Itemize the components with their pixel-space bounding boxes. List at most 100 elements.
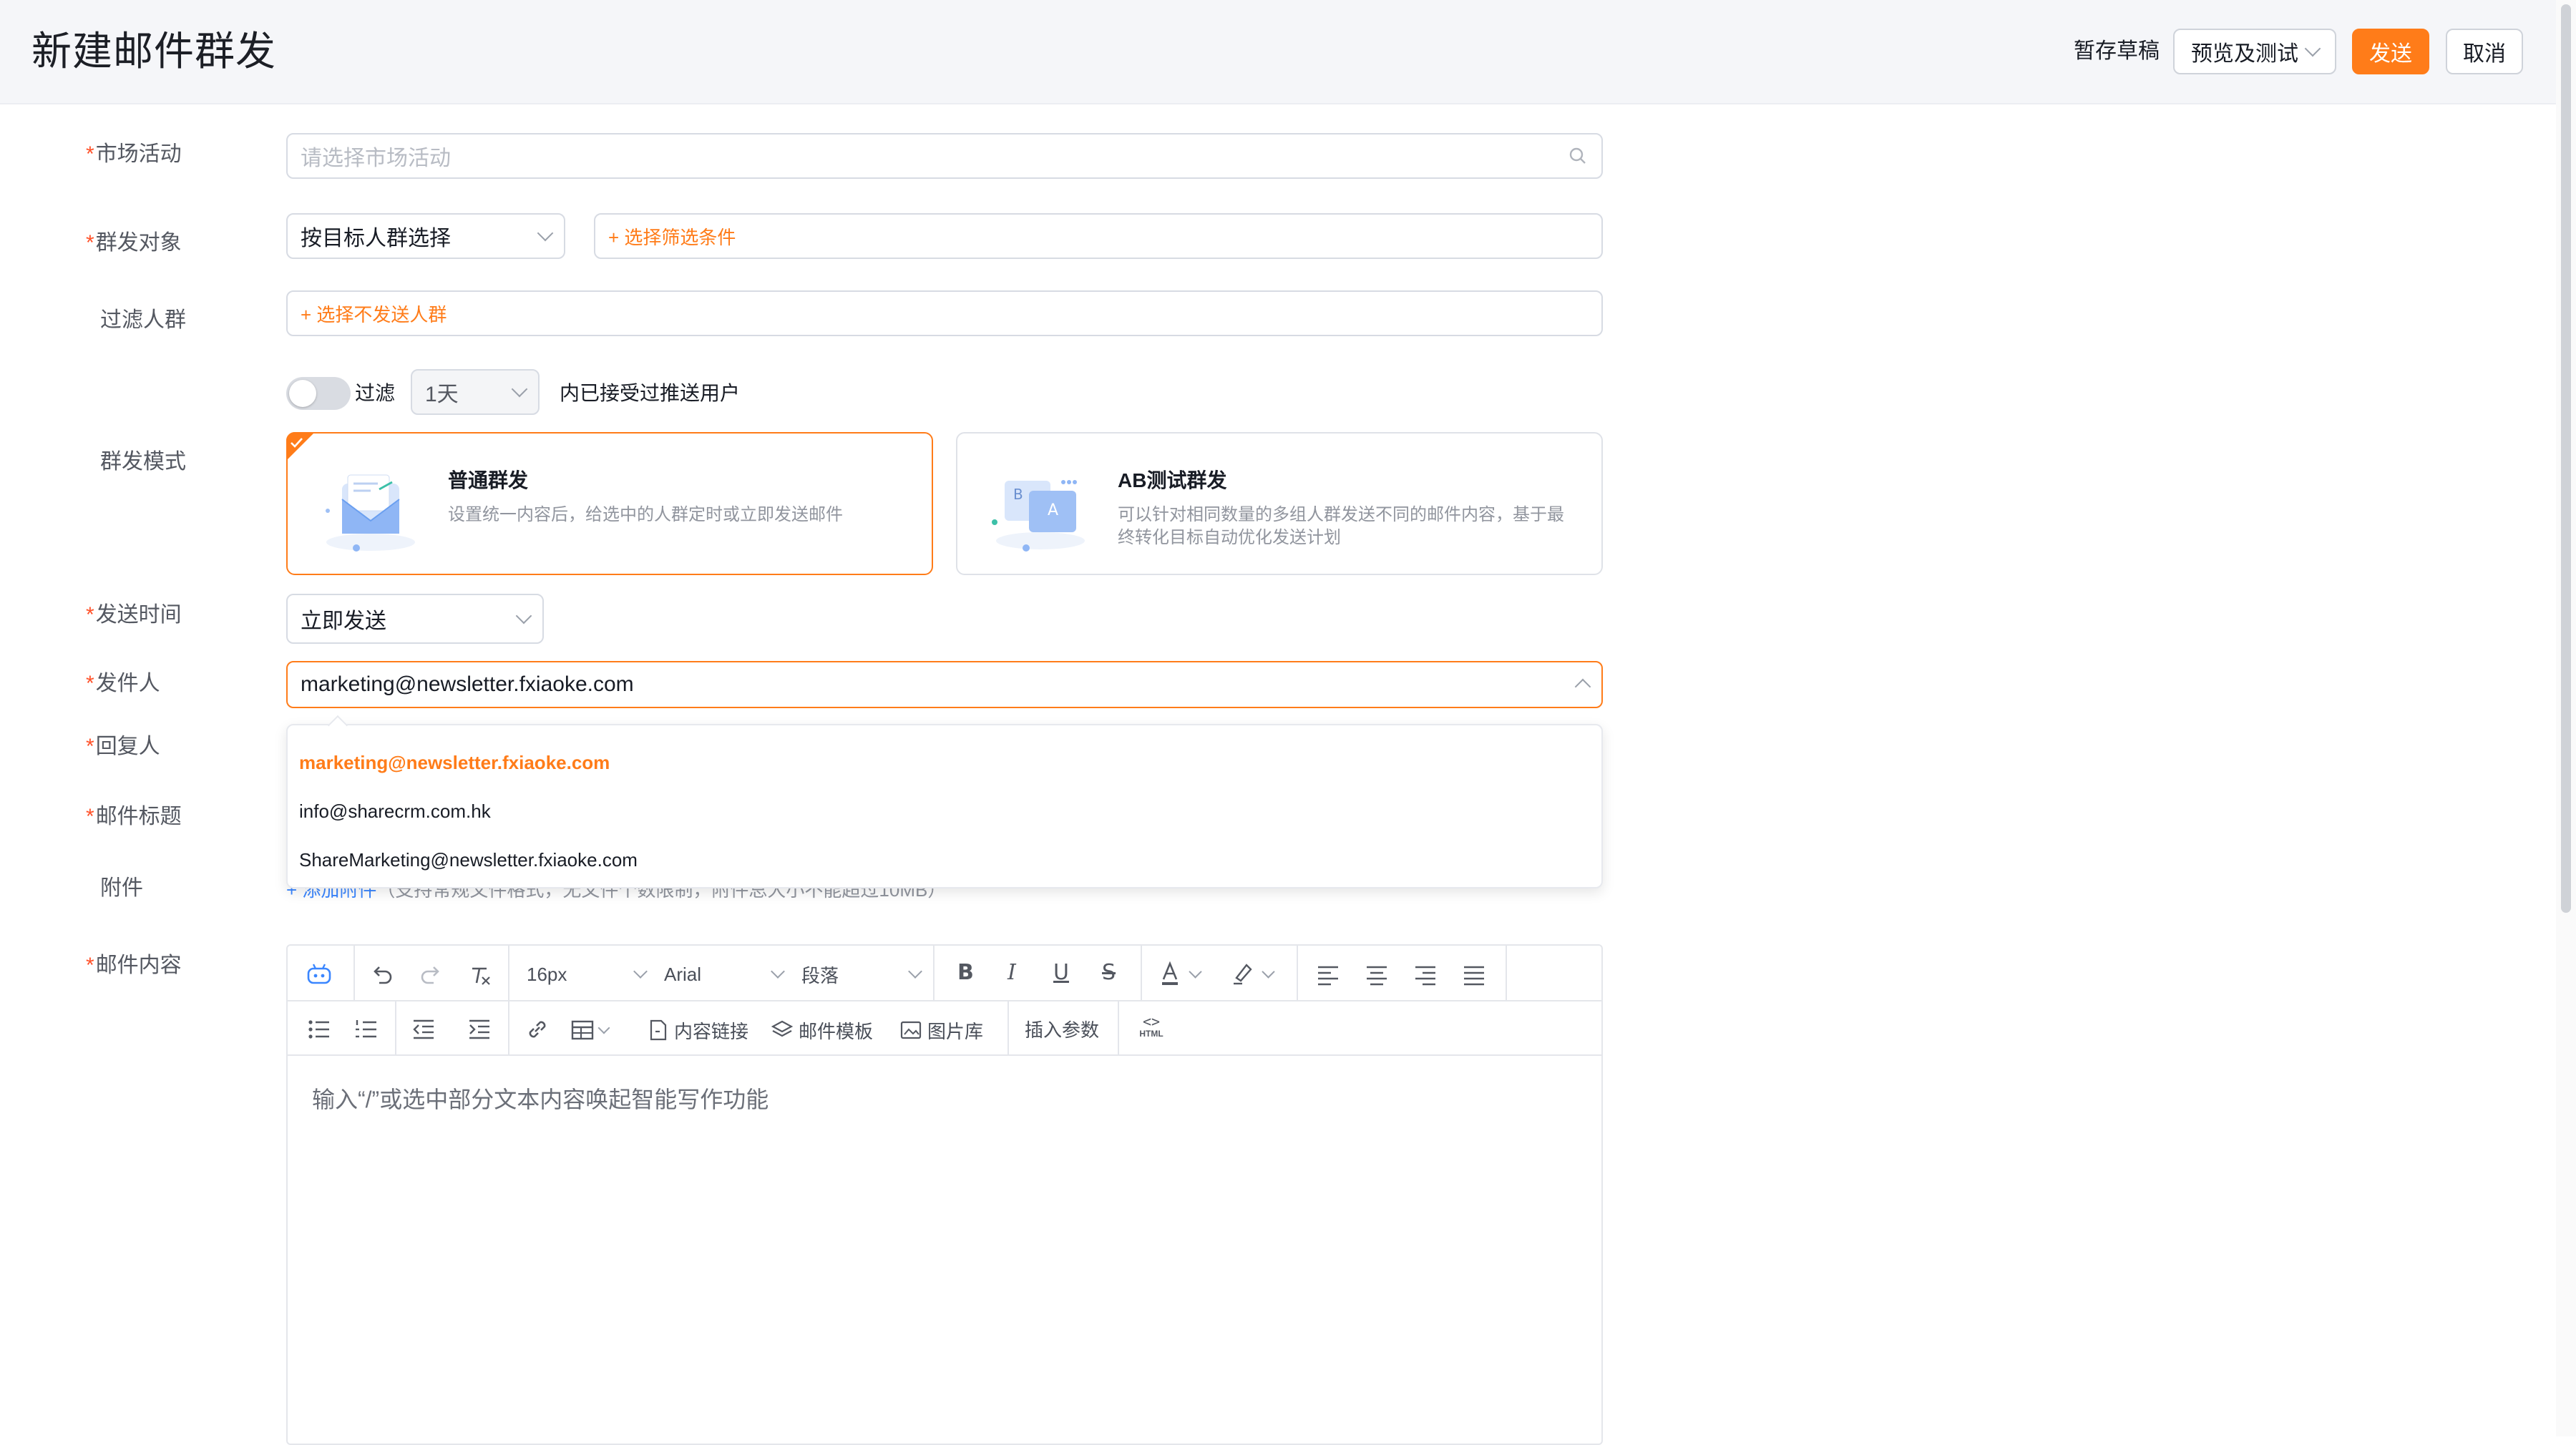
- outdent-icon[interactable]: [412, 1019, 435, 1040]
- preview-test-button[interactable]: 预览及测试: [2173, 29, 2336, 74]
- svg-text:B: B: [1013, 486, 1023, 503]
- send-time-label-text: 发送时间: [95, 603, 182, 627]
- highlight-color-button[interactable]: [1231, 959, 1288, 989]
- bullet-list-icon[interactable]: [308, 1019, 331, 1040]
- ai-assistant-icon[interactable]: [305, 961, 333, 987]
- normal-mode-card[interactable]: 普通群发 设置统一内容后，给选中的人群定时或立即发送邮件: [286, 432, 933, 575]
- toolbar-separator: [395, 1001, 396, 1056]
- marketing-placeholder: 请选择市场活动: [301, 147, 451, 170]
- strikethrough-icon[interactable]: S: [1102, 960, 1116, 985]
- sender-option[interactable]: marketing@newsletter.fxiaoke.com: [299, 747, 1587, 778]
- content-link-label: 内容链接: [674, 1020, 749, 1042]
- sender-dropdown: marketing@newsletter.fxiaoke.com info@sh…: [286, 715, 1603, 888]
- sender-option[interactable]: info@sharecrm.com.hk: [299, 795, 1587, 827]
- font-size-select[interactable]: 16px: [527, 960, 648, 989]
- preview-test-label: 预览及测试: [2191, 42, 2298, 66]
- ab-mode-card[interactable]: B A AB测试群发 可以针对相同数量的多组人群发送不同的邮件内容，基于最 终转…: [956, 432, 1603, 575]
- chevron-down-icon: [1262, 964, 1275, 979]
- ab-mode-desc-line1: 可以针对相同数量的多组人群发送不同的邮件内容，基于最: [1118, 505, 1564, 524]
- html-label: HTML: [1139, 1029, 1163, 1039]
- indent-icon[interactable]: [468, 1019, 491, 1040]
- chevron-down-icon: [1189, 964, 1202, 979]
- chevron-down-icon: [515, 607, 532, 624]
- audience-select[interactable]: 按目标人群选择: [286, 213, 565, 259]
- subject-label-text: 邮件标题: [95, 805, 182, 828]
- exclude-audience-input[interactable]: + 选择不发送人群: [286, 290, 1603, 336]
- toggle-knob: [289, 380, 316, 407]
- normal-mode-title: 普通群发: [448, 469, 529, 491]
- cancel-button[interactable]: 取消: [2446, 29, 2523, 74]
- audience-filter-input[interactable]: + 选择筛选条件: [594, 213, 1603, 259]
- align-justify-icon[interactable]: [1463, 964, 1485, 986]
- sender-option[interactable]: ShareMarketing@newsletter.fxiaoke.com: [299, 844, 1587, 876]
- chevron-down-icon: [511, 381, 528, 398]
- table-button[interactable]: [571, 1016, 617, 1044]
- undo-icon[interactable]: [369, 963, 394, 987]
- required-mark: *: [86, 805, 94, 828]
- reply-to-label-text: 回复人: [95, 735, 160, 758]
- required-mark: *: [86, 142, 94, 166]
- align-left-icon[interactable]: [1317, 964, 1340, 986]
- marketing-label-text: 市场活动: [95, 142, 182, 166]
- align-right-icon[interactable]: [1414, 964, 1437, 986]
- font-size-value: 16px: [527, 963, 567, 985]
- clear-format-icon[interactable]: [468, 963, 492, 987]
- add-exclude-audience-link[interactable]: + 选择不发送人群: [301, 300, 447, 327]
- chevron-down-icon: [597, 1022, 610, 1034]
- ab-test-illustration-icon: B A: [992, 480, 1085, 552]
- sender-label-text: 发件人: [95, 672, 160, 695]
- page-scrollbar-thumb[interactable]: [2561, 4, 2571, 913]
- selected-corner-check-icon: [286, 432, 315, 461]
- audience-label: *群发对象: [86, 229, 182, 258]
- mail-template-button[interactable]: 邮件模板: [771, 1014, 873, 1046]
- save-draft-button[interactable]: 暂存草稿: [2074, 37, 2160, 66]
- image-library-button[interactable]: 图片库: [900, 1014, 983, 1046]
- send-time-label: *发送时间: [86, 601, 182, 630]
- link-icon[interactable]: [525, 1017, 550, 1042]
- normal-mode-desc: 设置统一内容后，给选中的人群定时或立即发送邮件: [448, 505, 843, 524]
- chevron-down-icon: [2304, 40, 2321, 57]
- insert-param-button[interactable]: 插入参数: [1025, 1017, 1099, 1043]
- layers-icon: [771, 1020, 793, 1037]
- font-family-select[interactable]: Arial: [664, 960, 785, 989]
- image-library-label: 图片库: [927, 1020, 984, 1042]
- send-time-value: 立即发送: [301, 609, 386, 633]
- mode-label: 群发模式: [100, 450, 186, 474]
- required-mark: *: [86, 735, 94, 758]
- toolbar-separator: [1506, 946, 1507, 1001]
- content-link-button[interactable]: 内容链接: [648, 1014, 748, 1046]
- html-source-button[interactable]: <> HTML: [1135, 1014, 1168, 1046]
- reply-to-label: *回复人: [86, 733, 160, 761]
- rich-text-editor: 16px Arial 段落 B I U S 内容链接 邮件模板 图片库 插入参数…: [286, 944, 1603, 1445]
- redo-icon[interactable]: [419, 963, 444, 987]
- send-button[interactable]: 发送: [2352, 29, 2429, 74]
- filter-toggle-label: 过滤: [355, 382, 396, 404]
- font-color-button[interactable]: [1159, 959, 1216, 989]
- days-select[interactable]: 1天: [411, 369, 540, 415]
- filter-rule-suffix: 内已接受过推送用户: [560, 382, 741, 404]
- marketing-input[interactable]: 请选择市场活动: [286, 133, 1603, 179]
- send-time-select[interactable]: 立即发送: [286, 594, 544, 644]
- chevron-down-icon: [537, 225, 554, 242]
- align-center-icon[interactable]: [1365, 964, 1388, 986]
- audience-select-value: 按目标人群选择: [301, 227, 451, 250]
- highlighter-icon: [1234, 964, 1252, 985]
- toolbar-separator: [933, 946, 935, 1001]
- numbered-list-icon[interactable]: [355, 1019, 378, 1040]
- sender-select[interactable]: marketing@newsletter.fxiaoke.com: [286, 661, 1603, 708]
- sender-select-value: marketing@newsletter.fxiaoke.com: [301, 672, 634, 696]
- ab-mode-title: AB测试群发: [1118, 469, 1227, 491]
- bold-icon[interactable]: B: [957, 960, 974, 985]
- toolbar-separator: [508, 1001, 509, 1056]
- filter-toggle[interactable]: [286, 377, 351, 410]
- italic-icon[interactable]: I: [1008, 960, 1016, 985]
- page-title: 新建邮件群发: [31, 29, 276, 74]
- underline-icon[interactable]: U: [1053, 960, 1069, 985]
- editor-placeholder[interactable]: 输入“/”或选中部分文本内容唤起智能写作功能: [312, 1082, 769, 1115]
- chevron-down-icon: [908, 964, 922, 979]
- add-filter-condition-link[interactable]: + 选择筛选条件: [608, 223, 736, 250]
- table-icon: [571, 1020, 594, 1040]
- required-mark: *: [86, 672, 94, 695]
- toolbar-separator: [508, 946, 509, 1001]
- block-format-select[interactable]: 段落: [801, 960, 922, 989]
